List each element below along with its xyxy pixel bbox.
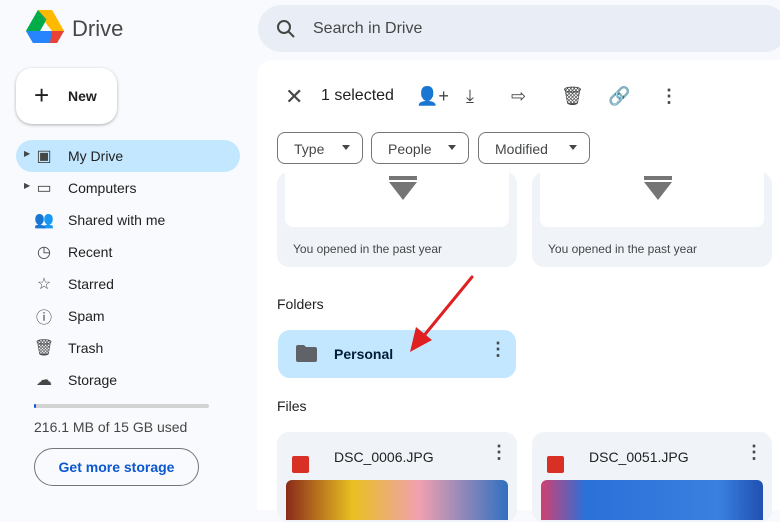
- folder-icon: [296, 345, 317, 362]
- expand-icon[interactable]: ▶: [24, 149, 30, 158]
- annotation-arrow: [410, 275, 474, 352]
- folder-item[interactable]: Personal ⋮: [278, 330, 516, 378]
- card-caption: You opened in the past year: [293, 242, 443, 256]
- sidebar-item-my-drive[interactable]: ▶ ▣ My Drive: [16, 140, 240, 172]
- sidebar-item-spam[interactable]: ⓘ Spam: [16, 300, 240, 332]
- folder-name: Personal: [334, 346, 394, 362]
- file-thumbnail: [541, 480, 763, 520]
- trash-icon: 🗑: [33, 340, 55, 357]
- plus-icon: +: [34, 80, 50, 110]
- selection-count: 1 selected: [321, 87, 394, 104]
- cloud-icon: ☁: [36, 372, 52, 389]
- card-caption: You opened in the past year: [548, 242, 698, 256]
- filter-modified[interactable]: Modified: [478, 132, 590, 164]
- computers-icon: ▭: [36, 180, 52, 197]
- file-thumbnail-icon: [644, 176, 672, 200]
- search-input[interactable]: Search in Drive: [313, 20, 422, 38]
- image-file-icon: [547, 456, 564, 473]
- expand-icon[interactable]: ▶: [24, 181, 30, 190]
- trash-icon[interactable]: 🗑: [561, 86, 584, 107]
- dropdown-icon: [342, 145, 350, 150]
- sidebar-item-label: Spam: [68, 308, 105, 324]
- my-drive-icon: ▣: [36, 148, 52, 165]
- sidebar-item-shared[interactable]: 👥 Shared with me: [16, 204, 240, 236]
- move-icon[interactable]: ⇨: [511, 86, 526, 107]
- sidebar-item-recent[interactable]: ◷ Recent: [16, 236, 240, 268]
- new-label: New: [68, 88, 97, 104]
- file-thumbnail-icon: [389, 176, 417, 200]
- sidebar-item-label: Computers: [68, 180, 137, 196]
- spam-icon: ⓘ: [35, 310, 52, 327]
- filter-label: People: [388, 141, 432, 157]
- sidebar-item-label: Shared with me: [68, 212, 166, 228]
- sidebar-item-label: Recent: [68, 244, 113, 260]
- filter-label: Modified: [495, 141, 548, 157]
- more-options-icon[interactable]: ⋮: [745, 443, 763, 461]
- people-icon: 👥: [34, 212, 54, 229]
- storage-text: 216.1 MB of 15 GB used: [34, 419, 188, 435]
- file-name: DSC_0051.JPG: [589, 449, 689, 465]
- link-icon[interactable]: 🔗: [608, 86, 630, 107]
- folders-heading: Folders: [277, 296, 324, 312]
- file-thumbnail: [286, 480, 508, 520]
- filter-type[interactable]: Type: [277, 132, 363, 164]
- sidebar-item-label: Starred: [68, 276, 114, 292]
- search-icon: [277, 20, 295, 38]
- sidebar-item-label: My Drive: [68, 148, 124, 164]
- sidebar-item-computers[interactable]: ▶ ▭ Computers: [16, 172, 240, 204]
- star-icon: ☆: [36, 276, 52, 293]
- download-icon[interactable]: ⤓: [466, 86, 474, 107]
- search-bar[interactable]: Search in Drive: [258, 5, 780, 52]
- files-heading: Files: [277, 398, 307, 414]
- clock-icon: ◷: [37, 244, 51, 261]
- app-name: Drive: [72, 16, 124, 41]
- share-icon[interactable]: 👤+: [416, 86, 449, 107]
- drive-logo: [26, 10, 64, 43]
- sidebar-item-label: Storage: [68, 372, 118, 388]
- storage-bar: [34, 404, 209, 408]
- more-options-icon[interactable]: ⋮: [490, 443, 508, 461]
- image-file-icon: [292, 456, 309, 473]
- close-selection-icon[interactable]: ✕: [285, 84, 303, 110]
- dropdown-icon: [448, 145, 456, 150]
- filter-label: Type: [294, 141, 325, 157]
- sidebar-item-label: Trash: [68, 340, 104, 356]
- more-options-icon[interactable]: ⋮: [489, 340, 507, 358]
- more-options-icon[interactable]: ⋮: [660, 86, 678, 107]
- file-card[interactable]: DSC_0051.JPG ⋮: [532, 432, 772, 522]
- file-name: DSC_0006.JPG: [334, 449, 434, 465]
- sidebar-item-trash[interactable]: 🗑 Trash: [16, 332, 240, 364]
- new-button[interactable]: + New: [16, 68, 117, 124]
- sidebar-item-storage[interactable]: ☁ Storage: [16, 364, 240, 396]
- storage-bar-fill: [34, 404, 37, 408]
- file-card[interactable]: DSC_0006.JPG ⋮: [277, 432, 517, 522]
- suggested-card[interactable]: You opened in the past year: [532, 172, 772, 267]
- filter-people[interactable]: People: [371, 132, 469, 164]
- suggested-card[interactable]: You opened in the past year: [277, 172, 517, 267]
- get-more-storage-button[interactable]: Get more storage: [34, 448, 199, 486]
- dropdown-icon: [569, 145, 577, 150]
- sidebar-item-starred[interactable]: ☆ Starred: [16, 268, 240, 300]
